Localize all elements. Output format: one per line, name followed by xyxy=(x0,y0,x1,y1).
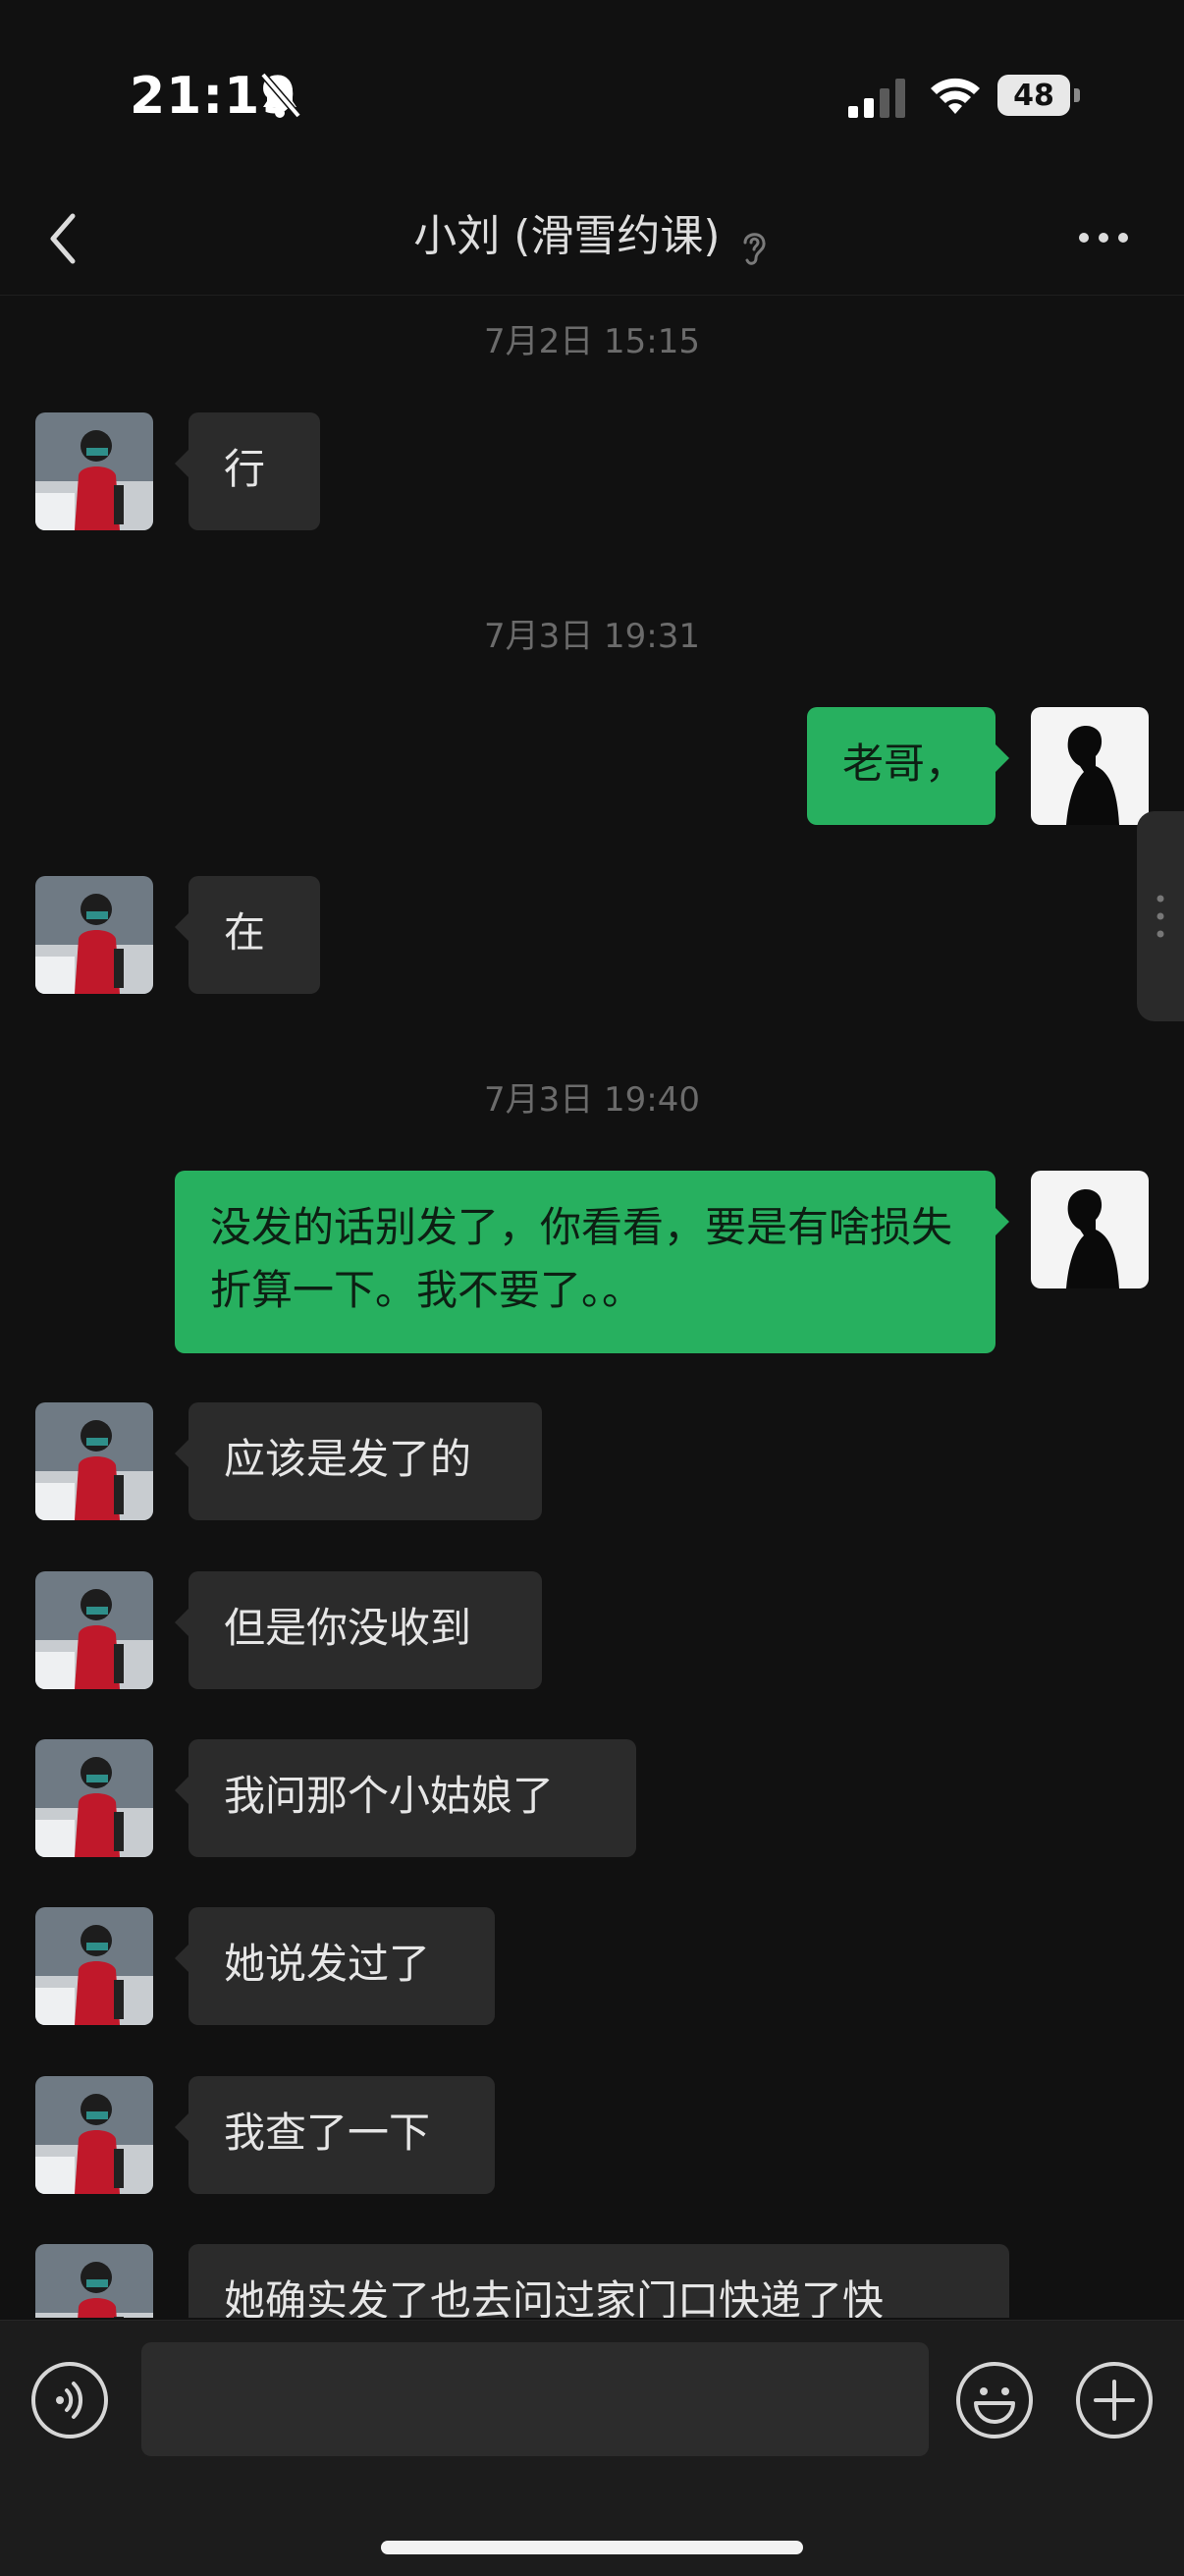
vertical-dots-icon xyxy=(1157,895,1164,938)
contact-avatar[interactable] xyxy=(35,1571,153,1689)
status-bar: 21:19 48 xyxy=(0,0,1184,187)
incoming-message[interactable]: 但是你没收到 xyxy=(175,1571,542,1689)
contact-avatar[interactable] xyxy=(35,2244,153,2318)
side-drawer-handle[interactable] xyxy=(1137,811,1184,1021)
outgoing-message[interactable]: 没发的话别发了，你看看，要是有啥损失折算一下。我不要了。。 xyxy=(175,1171,1009,1353)
ear-icon xyxy=(743,232,766,265)
incoming-message[interactable]: 她说发过了 xyxy=(175,1907,495,2025)
incoming-message[interactable]: 在 xyxy=(175,876,320,994)
contact-avatar[interactable] xyxy=(35,876,153,994)
battery-level: 48 xyxy=(997,75,1070,116)
wifi-icon xyxy=(931,78,980,114)
chat-area[interactable]: 7月2日 15:15 行 7月3日 19:31 老哥， 在 7月3日 19:40… xyxy=(0,295,1184,2318)
nav-bar: 小刘 (滑雪约课) xyxy=(0,187,1184,296)
contact-avatar[interactable] xyxy=(35,1402,153,1520)
timestamp: 7月3日 19:31 xyxy=(483,617,701,656)
cellular-signal-icon xyxy=(848,79,905,118)
more-dots-icon[interactable] xyxy=(1076,226,1131,249)
input-bar xyxy=(0,2320,1184,2576)
bell-slash-icon xyxy=(260,72,301,119)
contact-avatar[interactable] xyxy=(35,1739,153,1857)
plus-icon[interactable] xyxy=(1074,2360,1155,2440)
timestamp: 7月3日 19:40 xyxy=(483,1080,701,1120)
home-indicator xyxy=(381,2541,803,2554)
my-avatar[interactable] xyxy=(1031,707,1149,825)
contact-avatar[interactable] xyxy=(35,2076,153,2194)
emoji-icon[interactable] xyxy=(954,2360,1035,2440)
incoming-message[interactable]: 她确实发了也去问过家门口快递了快 xyxy=(188,2244,1009,2318)
nav-title-wrap: 小刘 (滑雪约课) xyxy=(0,200,1184,268)
battery-icon: 48 xyxy=(997,75,1080,116)
incoming-message[interactable]: 我问那个小姑娘了 xyxy=(175,1739,636,1857)
my-avatar[interactable] xyxy=(1031,1171,1149,1288)
voice-icon[interactable] xyxy=(29,2360,110,2440)
outgoing-message[interactable]: 老哥， xyxy=(807,707,1009,825)
incoming-message[interactable]: 我查了一下 xyxy=(175,2076,495,2194)
contact-avatar[interactable] xyxy=(35,1907,153,2025)
incoming-message[interactable]: 行 xyxy=(175,412,320,530)
chat-title[interactable]: 小刘 (滑雪约课) xyxy=(413,211,720,261)
incoming-message[interactable]: 应该是发了的 xyxy=(175,1402,542,1520)
timestamp: 7月2日 15:15 xyxy=(483,322,701,361)
message-input[interactable] xyxy=(141,2342,929,2456)
contact-avatar[interactable] xyxy=(35,412,153,530)
